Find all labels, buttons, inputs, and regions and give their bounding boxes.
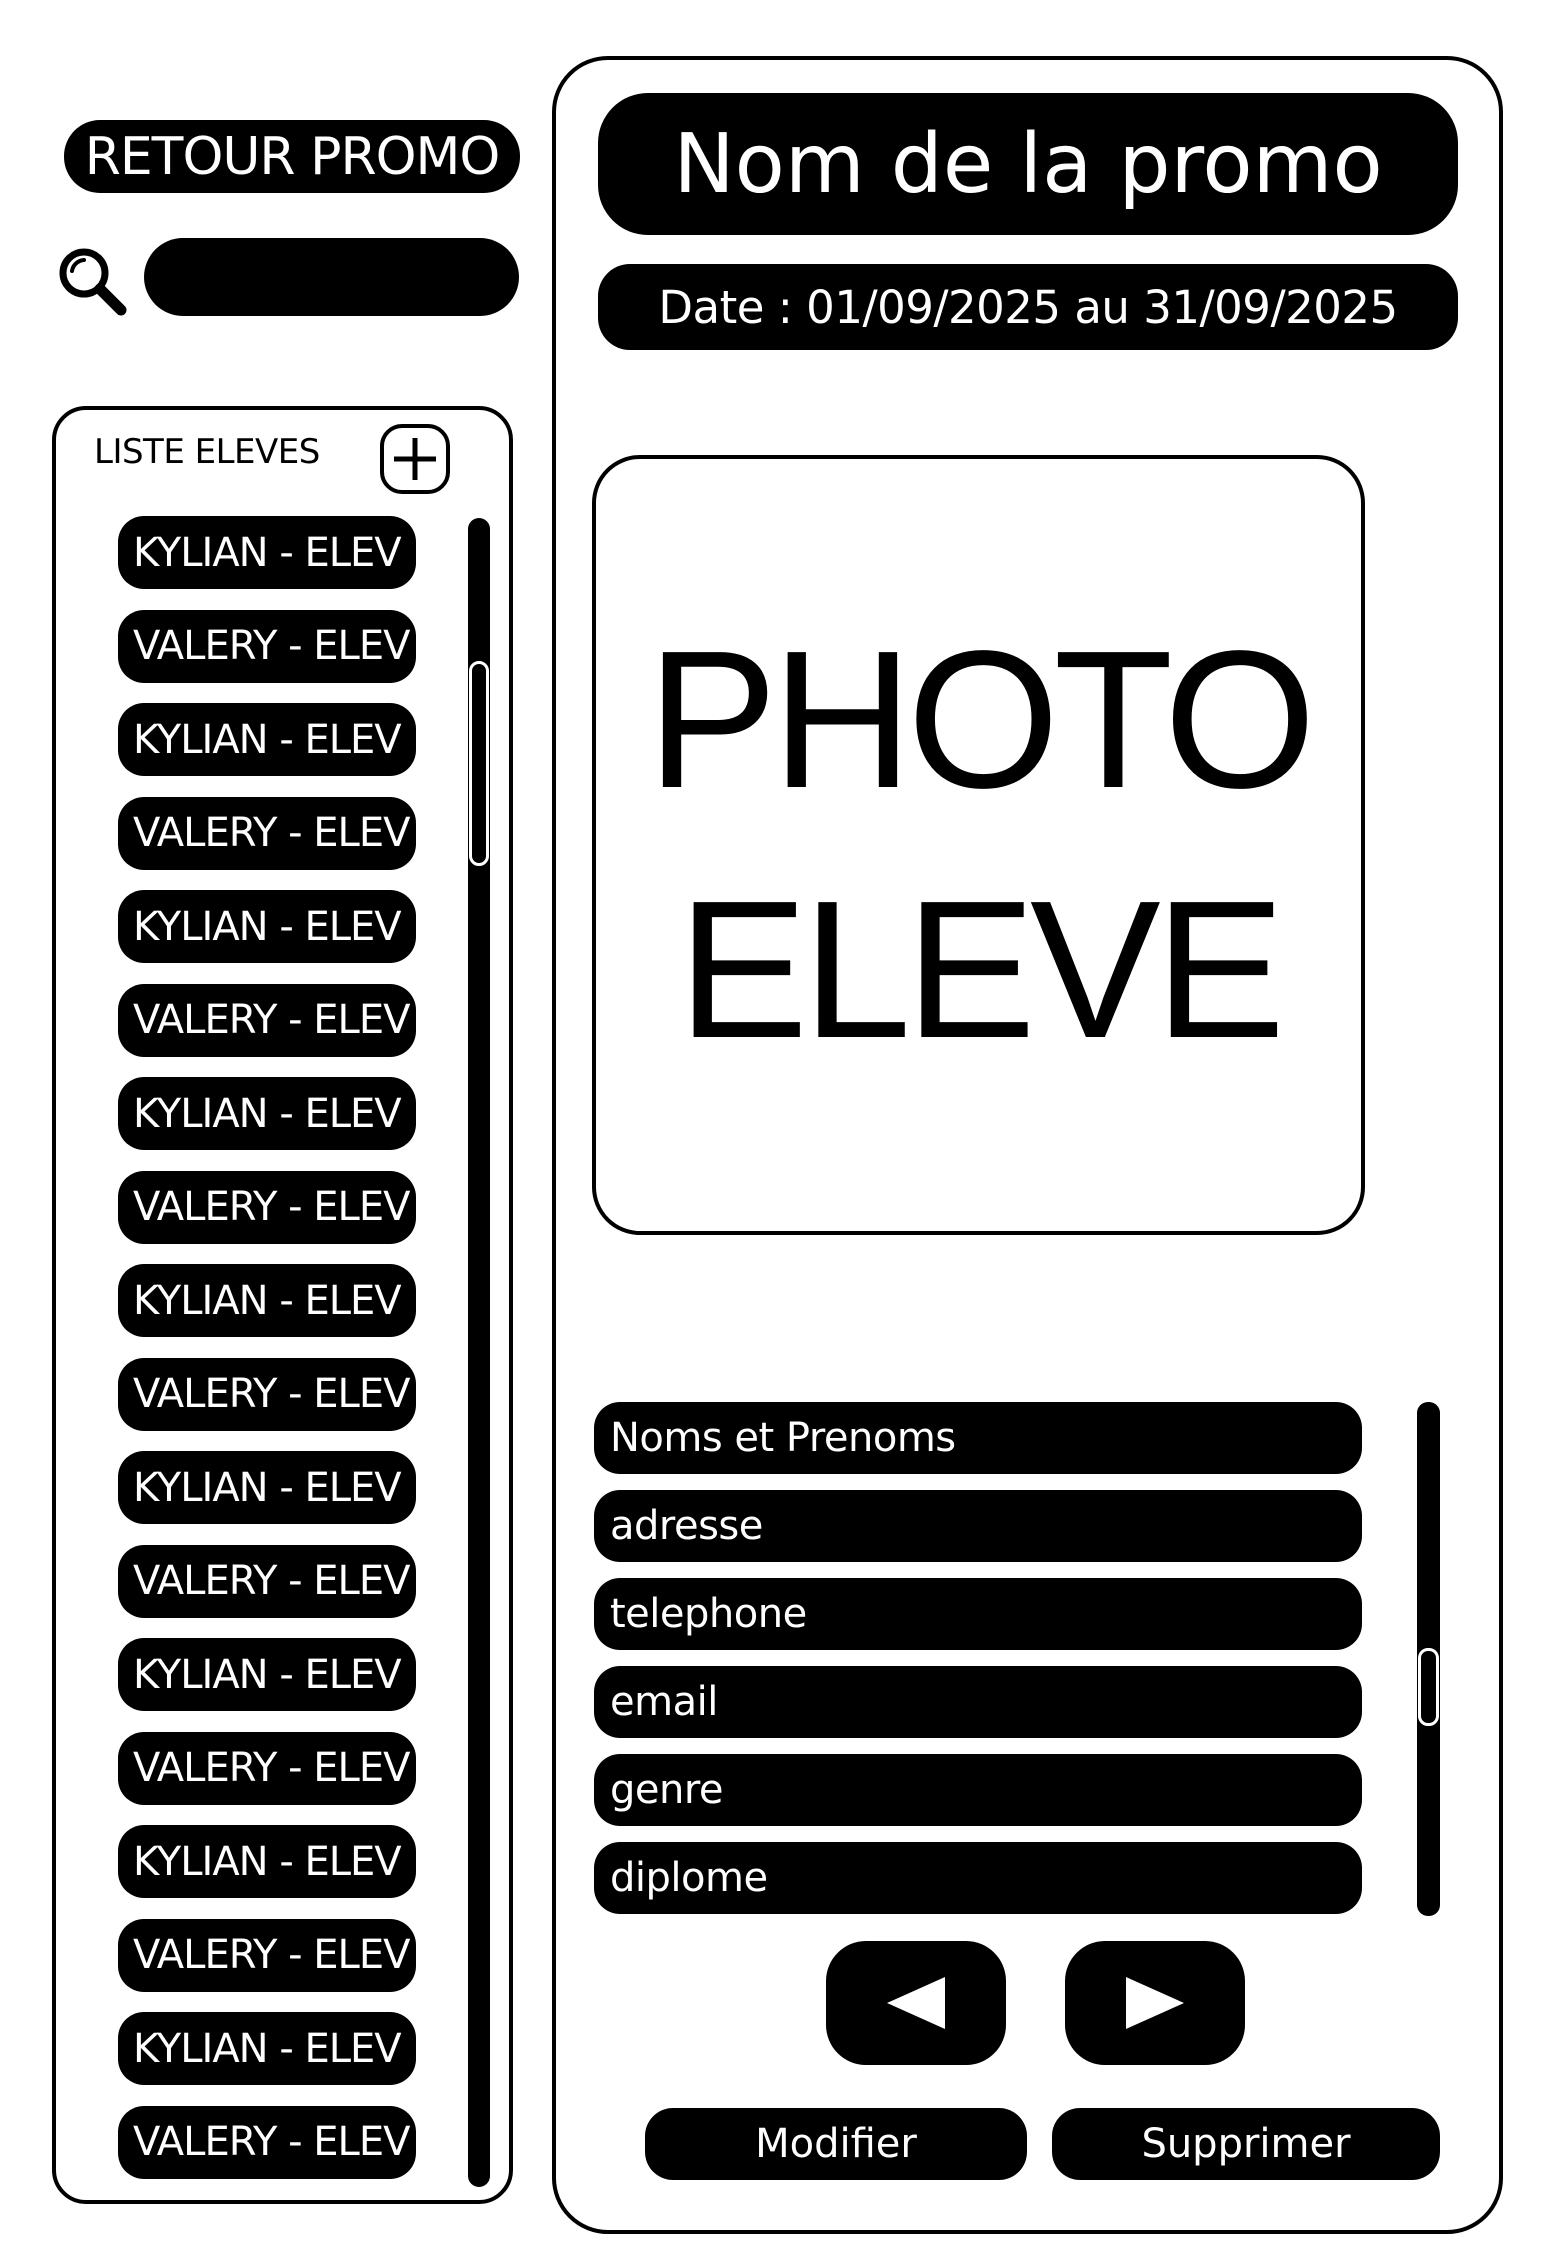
- student-field[interactable]: genre: [594, 1754, 1362, 1826]
- delete-button-label: Supprimer: [1141, 2121, 1351, 2167]
- photo-placeholder-line2: ELEVE: [677, 860, 1286, 1079]
- triangle-left-icon: [887, 1977, 945, 2029]
- search-icon[interactable]: [56, 245, 128, 317]
- student-field[interactable]: adresse: [594, 1490, 1362, 1562]
- triangle-right-icon: [1126, 1977, 1184, 2029]
- student-list-item[interactable]: KYLIAN - ELEV: [118, 1825, 416, 1898]
- student-list-item[interactable]: KYLIAN - ELEV: [118, 1077, 416, 1150]
- promo-name-text: Nom de la promo: [673, 116, 1383, 212]
- student-list-item[interactable]: KYLIAN - ELEV: [118, 2012, 416, 2085]
- plus-icon: [394, 438, 436, 480]
- photo-placeholder-line1: PHOTO: [646, 610, 1316, 829]
- student-photo: PHOTO ELEVE: [592, 455, 1365, 1235]
- student-field[interactable]: Noms et Prenoms: [594, 1402, 1362, 1474]
- student-list-item[interactable]: KYLIAN - ELEV: [118, 1451, 416, 1524]
- student-list-item[interactable]: VALERY - ELEV: [118, 1544, 416, 1618]
- student-list-scroll-thumb[interactable]: [469, 661, 489, 866]
- student-list-item[interactable]: VALERY - ELEV: [118, 796, 416, 870]
- student-field[interactable]: telephone: [594, 1578, 1362, 1650]
- retour-promo-button[interactable]: RETOUR PROMO: [64, 120, 520, 193]
- student-list-item[interactable]: KYLIAN - ELEV: [118, 890, 416, 963]
- student-list-item[interactable]: VALERY - ELEV: [118, 983, 416, 1057]
- student-list-item[interactable]: KYLIAN - ELEV: [118, 1638, 416, 1711]
- student-field[interactable]: email: [594, 1666, 1362, 1738]
- student-list-item[interactable]: VALERY - ELEV: [118, 2105, 416, 2179]
- student-list-item[interactable]: KYLIAN - ELEV: [118, 1264, 416, 1337]
- field-list-scroll-thumb[interactable]: [1418, 1648, 1439, 1726]
- student-list-item[interactable]: KYLIAN - ELEV: [118, 703, 416, 776]
- student-list-title: LISTE ELEVES: [94, 432, 320, 472]
- page: RETOUR PROMO LISTE ELEVES KYLIAN - ELEV V…: [0, 0, 1554, 2247]
- modify-button[interactable]: Modifier: [645, 2108, 1027, 2180]
- promo-date-text: Date : 01/09/2025 au 31/09/2025: [658, 280, 1398, 334]
- student-list-item[interactable]: VALERY - ELEV: [118, 1357, 416, 1431]
- student-list-item[interactable]: VALERY - ELEV: [118, 1170, 416, 1244]
- promo-name: Nom de la promo: [598, 93, 1458, 235]
- field-list-scrollbar[interactable]: [1417, 1402, 1440, 1916]
- student-list-item[interactable]: KYLIAN - ELEV: [118, 516, 416, 589]
- retour-promo-label: RETOUR PROMO: [84, 126, 501, 187]
- previous-student-button[interactable]: [826, 1941, 1006, 2065]
- student-list-item[interactable]: VALERY - ELEV: [118, 609, 416, 683]
- student-list-item[interactable]: VALERY - ELEV: [118, 1731, 416, 1805]
- promo-date: Date : 01/09/2025 au 31/09/2025: [598, 264, 1458, 350]
- add-student-button[interactable]: [380, 424, 450, 494]
- student-list: KYLIAN - ELEV VALERY - ELEV KYLIAN - ELEV V…: [118, 516, 418, 2199]
- search-input[interactable]: [144, 238, 519, 316]
- student-field-list: Noms et Prenoms adresse telephone email genr…: [594, 1402, 1364, 1930]
- modify-button-label: Modifier: [755, 2121, 917, 2167]
- delete-button[interactable]: Supprimer: [1052, 2108, 1440, 2180]
- student-list-scrollbar[interactable]: [468, 518, 490, 2187]
- next-student-button[interactable]: [1065, 1941, 1245, 2065]
- student-list-item[interactable]: VALERY - ELEV: [118, 1918, 416, 1992]
- student-field[interactable]: diplome: [594, 1842, 1362, 1914]
- student-list-panel: LISTE ELEVES KYLIAN - ELEV VALERY - ELEV K…: [52, 406, 513, 2204]
